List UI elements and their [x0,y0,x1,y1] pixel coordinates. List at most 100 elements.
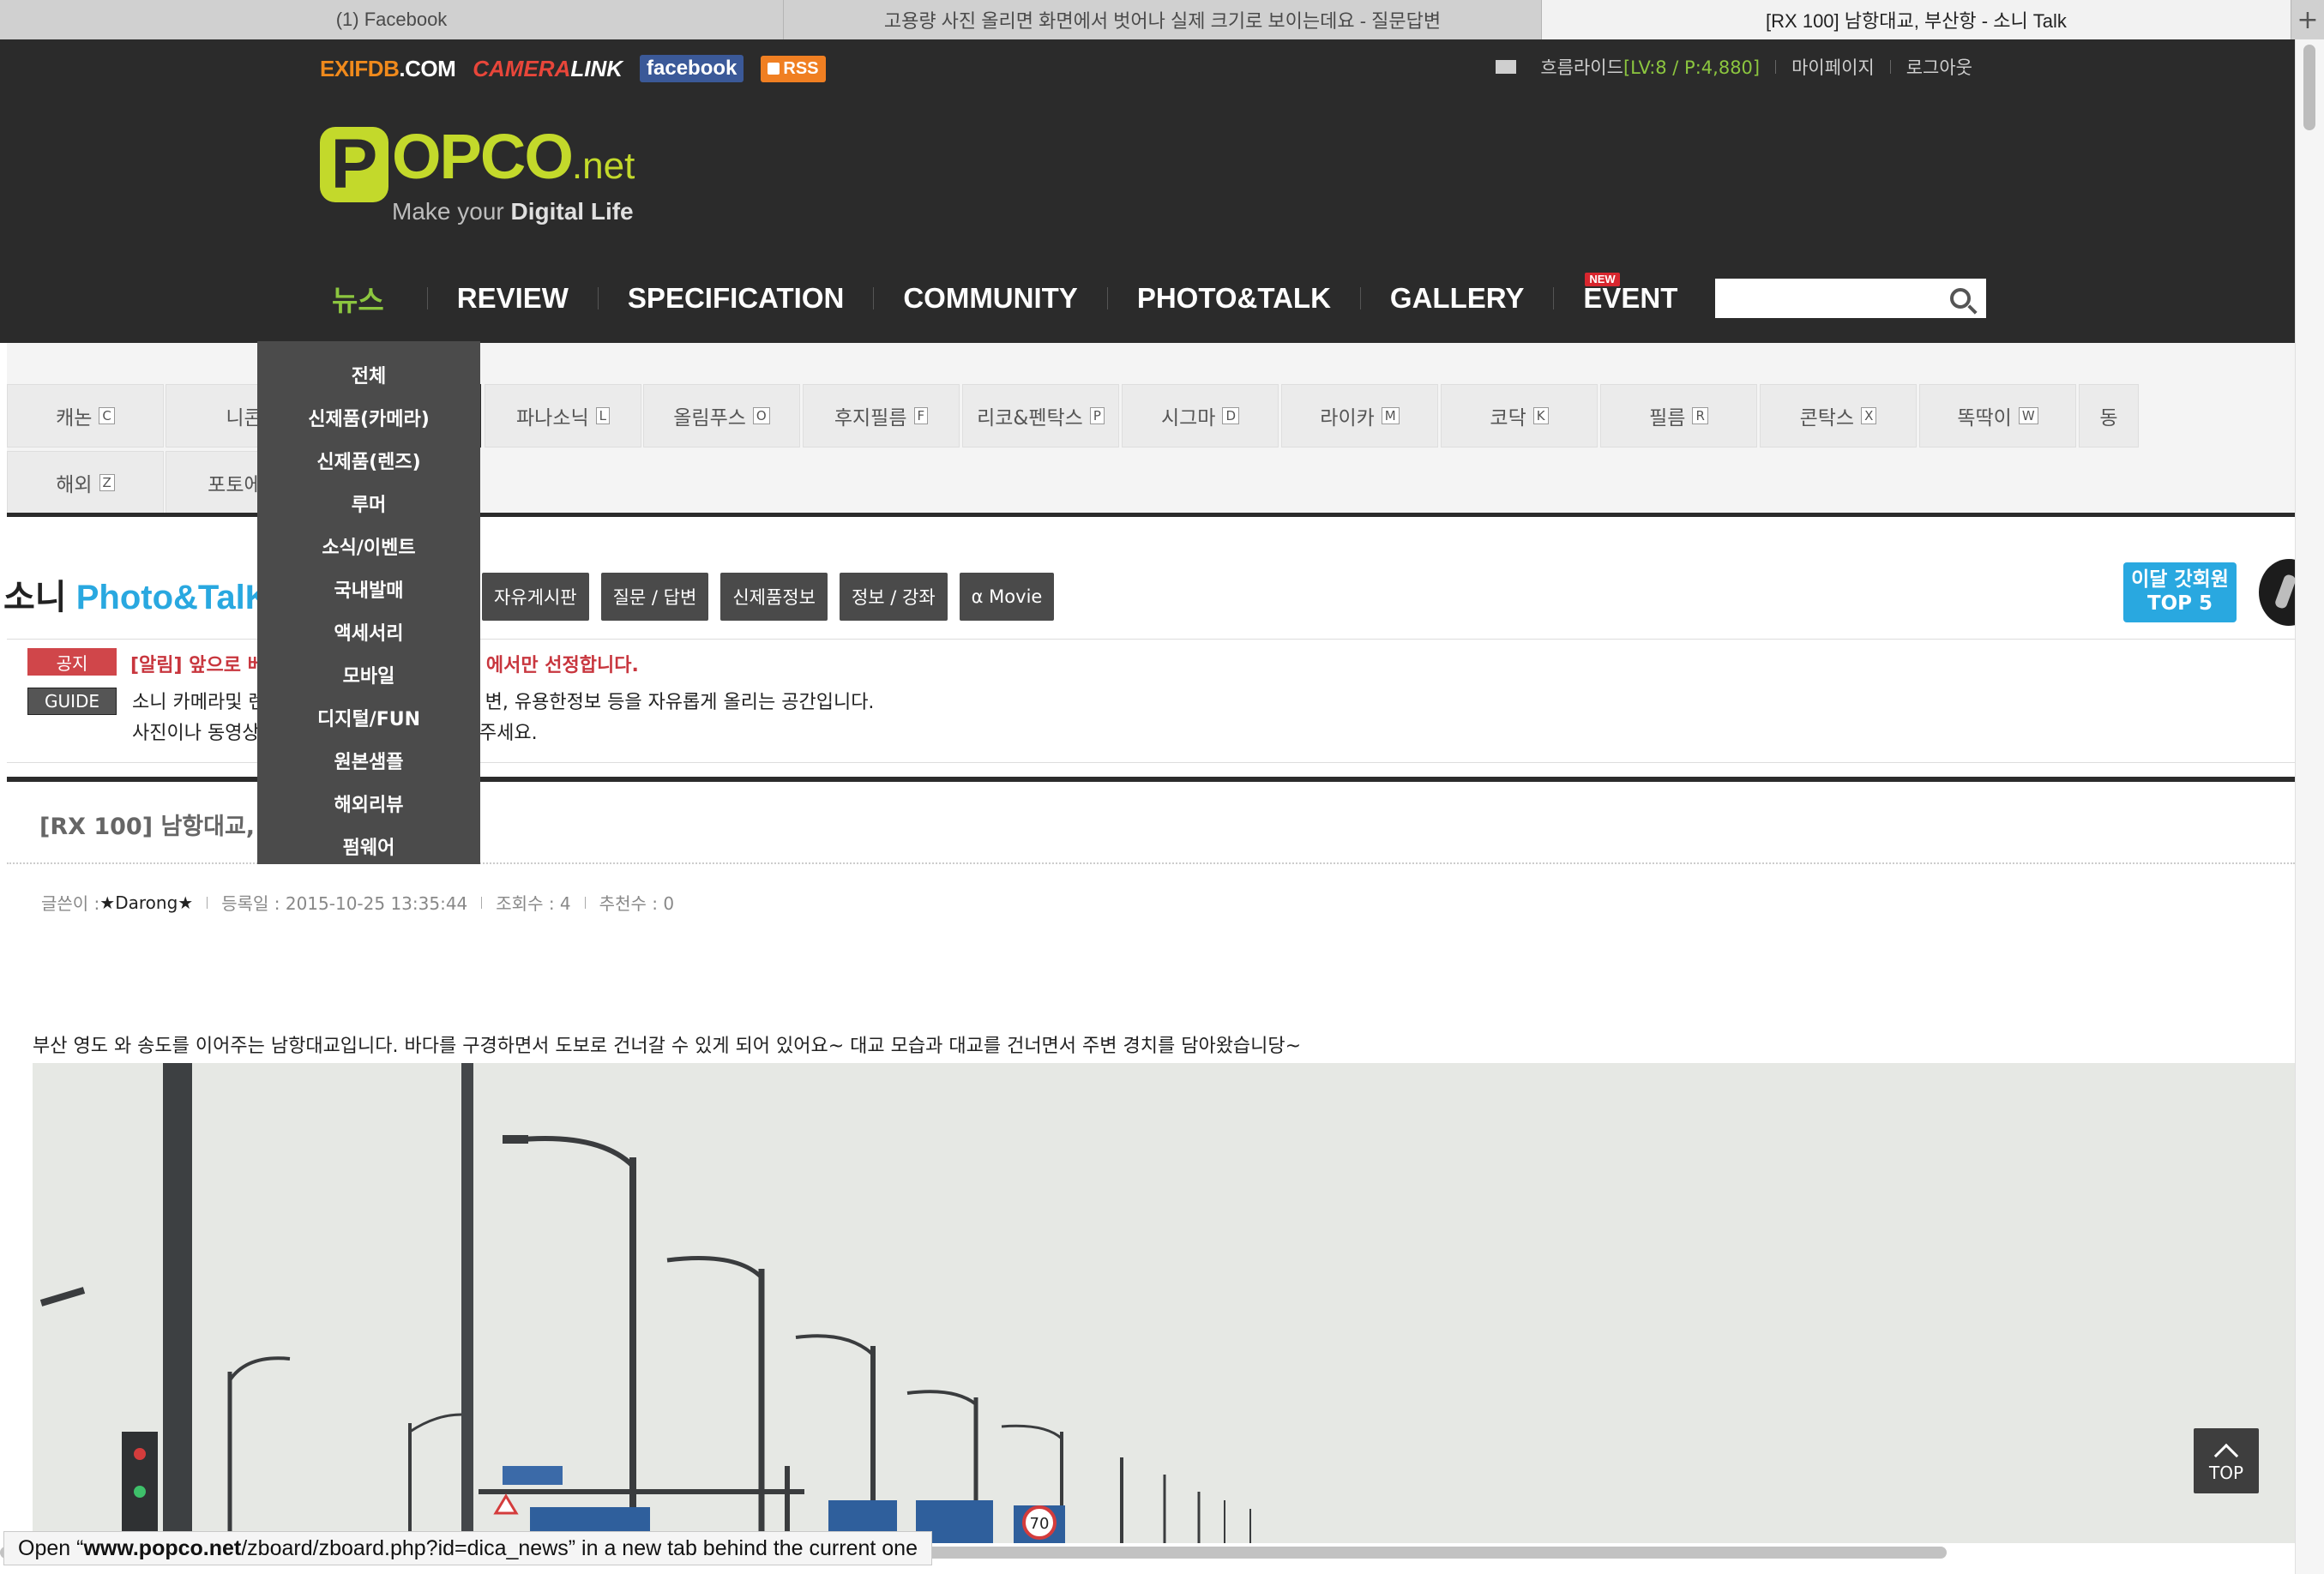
brand-tab-3[interactable]: 파나소닉 L [485,384,641,448]
menu-item-overseas-review[interactable]: 해외리뷰 [257,782,480,825]
shortcut-key: P [1089,407,1105,424]
brand-tab-6[interactable]: 리코&펜탁스 P [962,384,1119,448]
subtab-new-products[interactable]: 신제품정보 [720,573,828,621]
guide-line1-b: 변, 유용한정보 등을 자유롭게 올리는 공간입니다. [485,692,875,713]
shortcut-key: R [1692,407,1708,424]
brand-tab-label: 시그마 [1160,407,1216,430]
cameralink-suffix: LINK [570,55,623,81]
menu-item-new-camera[interactable]: 신제품(카메라) [257,396,480,439]
shortcut-key: M [1381,407,1400,424]
brand-tab-0[interactable]: 캐논 C [7,384,164,448]
browser-tab-question[interactable]: 고용량 사진 올리면 화면에서 벗어나 실제 크기로 보이는데요 - 질문답변 [784,0,1542,39]
browser-status-bar: Open “www.popco.net/zboard/zboard.php?id… [3,1531,932,1565]
rss-link[interactable]: RSS [761,55,826,82]
logo-name-suffix: .net [571,145,635,187]
shortcut-key: L [595,407,610,424]
shortcut-key: W [2018,407,2038,424]
brand-tab-label: 캐논 [56,407,93,430]
guide-text: 소니 카메라및 렌 변, 유용한정보 등을 자유롭게 올리는 공간입니다. 사진이… [132,688,874,749]
author-label: 글쓴이 : [41,893,100,914]
guide-line2-a: 사진이나 동영상 [132,723,260,744]
guide-line1: 소니 카메라및 렌 변, 유용한정보 등을 자유롭게 올리는 공간입니다. [132,688,874,718]
nav-news[interactable]: 뉴스 [320,273,427,324]
tab-label: (1) Facebook [335,9,448,30]
nav-review[interactable]: REVIEW [428,273,598,324]
exifdb-suffix: .COM [399,55,456,81]
subtab-free-board[interactable]: 자유게시판 [482,573,589,621]
main-nav: 뉴스 REVIEW SPECIFICATION COMMUNITY PHOTO&… [320,273,1707,324]
logout-link[interactable]: 로그아웃 [1906,54,1972,80]
user-name-text: 흐름라이드 [1540,57,1623,78]
divider [1889,60,1891,74]
brand-tab-label: 후지필름 [834,407,907,430]
browser-tab-facebook[interactable]: (1) Facebook [0,0,784,39]
menu-item-domestic-release[interactable]: 국내발매 [257,568,480,610]
tab-label: [RX 100] 남항대교, 부산항 - 소니 Talk [1766,10,2067,32]
guide-tag: GUIDE [27,688,117,715]
brand-tab-label: 올림푸스 [673,407,746,430]
user-name[interactable]: 흐름라이드[LV:8 / P:4,880] [1540,54,1760,80]
menu-item-digital-fun[interactable]: 디지털/FUN [257,696,480,739]
subtab-movie[interactable]: α Movie [959,573,1055,621]
nav-gallery[interactable]: GALLERY [1361,273,1553,324]
menu-item-firmware[interactable]: 펌웨어 [257,825,480,868]
vertical-scrollbar[interactable] [2295,39,2324,1574]
subtab-qna[interactable]: 질문 / 답변 [600,573,709,621]
post-views: 조회수 : 4 [496,893,571,914]
scroll-top-button[interactable]: TOP [2194,1428,2259,1493]
nav-community[interactable]: COMMUNITY [874,273,1106,324]
brand-tab-5[interactable]: 후지필름 F [803,384,960,448]
menu-item-mobile[interactable]: 모바일 [257,653,480,696]
divider [584,896,586,909]
brand-tab-label: 동 [2099,407,2118,430]
new-tab-button[interactable]: + [2291,0,2324,39]
mypage-link[interactable]: 마이페이지 [1791,54,1875,80]
notice-text-b: 에서만 선정합니다. [485,655,639,676]
brand-tab-13[interactable]: 동 [2079,384,2139,448]
brand-tab-row2-0[interactable]: 해외 Z [7,451,164,514]
top5-line2: TOP 5 [2146,592,2213,615]
shortcut-key: X [1861,407,1877,424]
top5-line1: 이달 갓회원 [2131,568,2229,591]
cameralink-link[interactable]: CAMERALINK [473,56,623,82]
divider [481,896,483,909]
top5-members-button[interactable]: 이달 갓회원 TOP 5 [2123,562,2237,622]
search-icon [1950,288,1971,309]
menu-item-rumor[interactable]: 루머 [257,482,480,525]
divider [207,896,208,909]
nav-specification[interactable]: SPECIFICATION [599,273,873,324]
brand-tab-7[interactable]: 시그마 D [1122,384,1279,448]
logo-tagline: Make your Digital Life [392,198,635,225]
menu-item-new-lens[interactable]: 신제품(렌즈) [257,439,480,482]
logo-name: OPCO.net [392,125,635,196]
brand-tab-11[interactable]: 콘탁스 X [1760,384,1917,448]
menu-item-all[interactable]: 전체 [257,353,480,396]
nav-photo-talk[interactable]: PHOTO&TALK [1108,273,1360,324]
subtab-info[interactable]: 정보 / 강좌 [839,573,948,621]
brand-tab-4[interactable]: 올림푸스 O [643,384,800,448]
facebook-link[interactable]: facebook [640,55,744,82]
exifdb-link[interactable]: EXIFDB.COM [320,55,456,82]
search-button[interactable] [1942,280,1979,316]
new-badge: NEW [1585,273,1620,286]
menu-item-original-samples[interactable]: 원본샘플 [257,739,480,782]
brand-tab-label: 똑딱이 [1957,407,2012,430]
brand-tab-10[interactable]: 필름 R [1600,384,1757,448]
browser-tab-current[interactable]: [RX 100] 남항대교, 부산항 - 소니 Talk [1542,0,2291,39]
section-title-board: Photo&TalK [75,579,270,616]
menu-item-events[interactable]: 소식/이벤트 [257,525,480,568]
popco-logo[interactable]: P OPCO.net Make your Digital Life [320,125,635,225]
speed-limit-sign: 70 [1030,1515,1050,1533]
logo-text: OPCO.net Make your Digital Life [392,125,635,225]
brand-tab-12[interactable]: 똑딱이 W [1919,384,2076,448]
vertical-scroll-thumb[interactable] [2303,45,2315,130]
post-date: 등록일 : 2015-10-25 13:35:44 [221,893,468,914]
post-author[interactable]: ★Darong★ [99,892,193,913]
notice-tag: 공지 [27,648,117,676]
nav-event[interactable]: NEW EVENT [1554,273,1707,324]
user-menu: 흐름라이드[LV:8 / P:4,880] 마이페이지 로그아웃 [1496,51,1972,82]
brand-tab-9[interactable]: 코닥 K [1441,384,1598,448]
mail-icon[interactable] [1496,60,1517,74]
menu-item-accessories[interactable]: 액세서리 [257,610,480,653]
brand-tab-8[interactable]: 라이카 M [1281,384,1438,448]
